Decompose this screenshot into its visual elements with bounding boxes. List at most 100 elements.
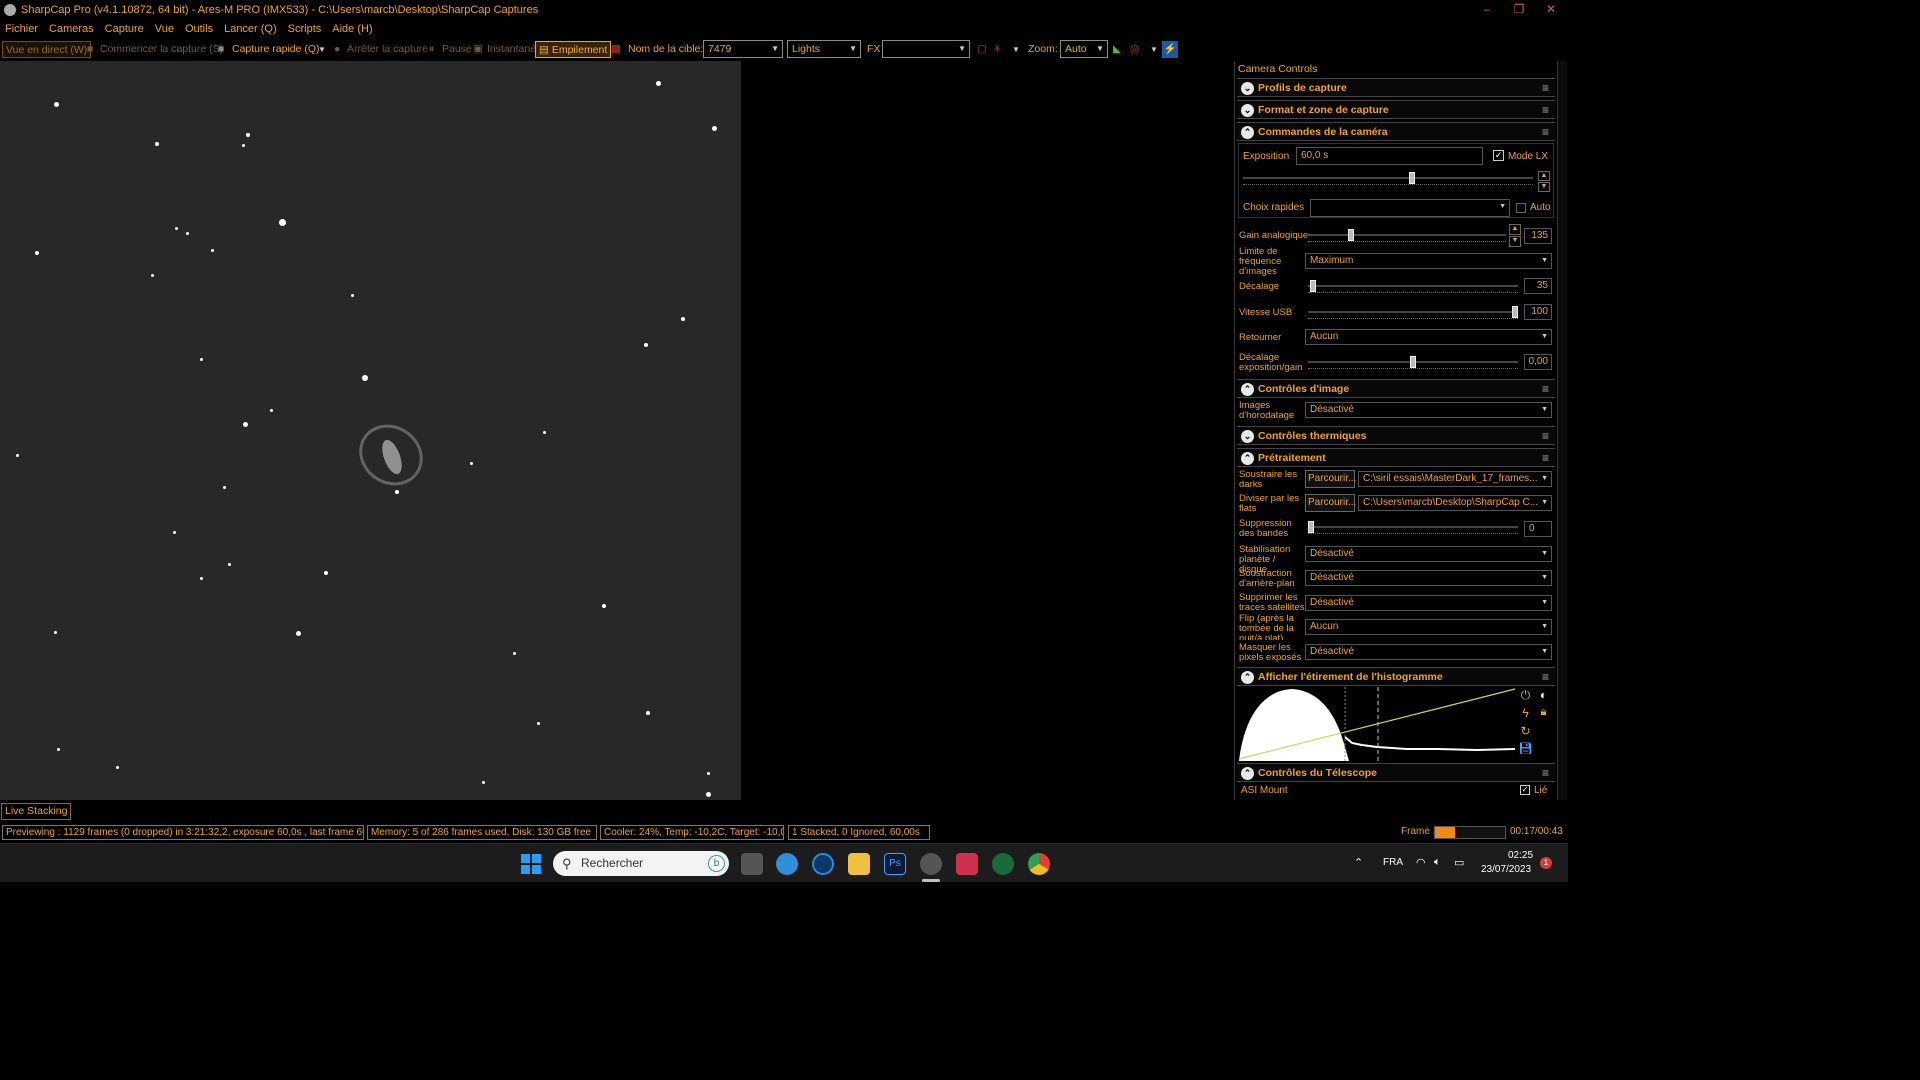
menu-aide[interactable]: Aide (H) <box>332 23 372 35</box>
menu-icon[interactable]: ≡ <box>1542 125 1549 139</box>
brush-icon[interactable]: ⚡ <box>1162 41 1178 58</box>
chevron-down-icon[interactable]: ▼ <box>1150 41 1158 58</box>
clock-time[interactable]: 02:25 <box>1508 850 1533 861</box>
battery-icon[interactable]: ▭ <box>1454 856 1464 869</box>
photoshop-icon[interactable]: Ps <box>884 853 906 875</box>
flip-combo[interactable]: Aucun ▼ <box>1305 329 1552 345</box>
clock-date[interactable]: 23/07/2023 <box>1481 864 1531 875</box>
menu-outils[interactable]: Outils <box>185 23 213 35</box>
framerate-combo[interactable]: Maximum ▼ <box>1305 253 1552 269</box>
ccleaner-icon[interactable] <box>812 853 834 875</box>
histogram-icon[interactable]: ◣ <box>1113 41 1121 58</box>
chrome-icon[interactable] <box>1028 853 1050 875</box>
section-telescope[interactable]: ⌃ Contrôles du Télescope ≡ <box>1237 763 1555 782</box>
language-indicator[interactable]: FRA <box>1383 857 1403 868</box>
bing-icon[interactable]: b <box>708 855 725 872</box>
histogram-graph[interactable] <box>1237 687 1517 761</box>
section-thermal[interactable]: ⌄ Contrôles thermiques ≡ <box>1237 426 1555 445</box>
file-explorer-icon[interactable] <box>848 853 870 875</box>
quick-choices-combo[interactable]: ▼ <box>1310 199 1510 217</box>
live-stacking-tab[interactable]: Live Stacking <box>1 803 72 820</box>
tray-chevron-up-icon[interactable]: ⌃ <box>1354 856 1363 869</box>
mask-combo[interactable]: Désactivé ▼ <box>1305 644 1552 660</box>
fx-combo[interactable]: ▼ <box>882 40 970 58</box>
menu-vue[interactable]: Vue <box>155 23 174 35</box>
flats-combo[interactable]: C:\Users\marcb\Desktop\SharpCap C... ▼ <box>1358 495 1552 511</box>
menu-fichier[interactable]: Fichier <box>5 23 38 35</box>
minimize-button[interactable]: – <box>1472 2 1502 17</box>
exposure-gain-offset-slider[interactable] <box>1308 356 1518 369</box>
menu-icon[interactable]: ≡ <box>1542 382 1549 396</box>
section-profiles[interactable]: ⌄ Profils de capture ≡ <box>1237 78 1555 97</box>
chevron-down-icon[interactable]: ▼ <box>1012 41 1020 58</box>
reset-icon[interactable]: ↻ <box>1518 724 1533 739</box>
banding-value[interactable]: 0 <box>1524 521 1552 537</box>
wifi-icon[interactable]: ◠ <box>1416 856 1426 869</box>
browse-flats-button[interactable]: Parcourir... <box>1305 494 1356 512</box>
section-camera-controls[interactable]: ⌃ Commandes de la caméra ≡ <box>1237 122 1555 141</box>
target-name-combo[interactable]: 7479 ▼ <box>703 40 783 58</box>
browse-darks-button[interactable]: Parcourir... <box>1305 470 1356 488</box>
satellite-combo[interactable]: Désactivé ▼ <box>1305 595 1552 611</box>
lightning-icon[interactable]: ϟ <box>1518 706 1533 721</box>
reticle-icon[interactable]: ▢ <box>977 41 987 58</box>
app-icon-green[interactable] <box>992 853 1014 875</box>
menu-icon[interactable]: ≡ <box>1542 103 1549 117</box>
exposure-slider[interactable] <box>1243 172 1533 185</box>
app-icon-red[interactable] <box>956 853 978 875</box>
usb-speed-slider[interactable] <box>1308 306 1518 319</box>
menu-icon[interactable]: ≡ <box>1542 429 1549 443</box>
quick-capture-button[interactable]: Capture rapide (Q) <box>232 41 320 58</box>
offset-value[interactable]: 35 <box>1524 278 1552 294</box>
pause-button[interactable]: Pause <box>442 41 472 58</box>
decrement-icon[interactable]: ▼ <box>1509 236 1521 247</box>
gain-value[interactable]: 135 <box>1524 228 1552 244</box>
chevron-down-icon[interactable]: ▼ <box>318 41 326 58</box>
menu-lancer[interactable]: Lancer (Q) <box>224 23 277 35</box>
auto-checkbox[interactable] <box>1516 203 1526 213</box>
banding-slider[interactable] <box>1308 521 1518 534</box>
section-format[interactable]: ⌄ Format et zone de capture ≡ <box>1237 100 1555 119</box>
decrement-icon[interactable]: ▼ <box>1538 182 1550 192</box>
crosshair-icon[interactable]: ✳ <box>993 41 1002 58</box>
edge-icon[interactable] <box>776 853 798 875</box>
section-preprocessing[interactable]: ⌃ Prétraitement ≡ <box>1237 448 1555 467</box>
snapshot-button[interactable]: Instantané <box>487 41 536 58</box>
section-image-controls[interactable]: ⌃ Contrôles d'image ≡ <box>1237 379 1555 398</box>
darks-combo[interactable]: C:\siril essais\MasterDark_17_frames... ▼ <box>1358 471 1552 487</box>
notification-badge[interactable]: 1 <box>1540 857 1552 869</box>
camera-image-view[interactable] <box>0 61 741 800</box>
windows-start-icon[interactable] <box>521 854 541 874</box>
taskbar-search[interactable]: ⚲ Rechercher b <box>553 851 729 876</box>
stacking-button[interactable]: ▤ Empilement <box>535 41 612 58</box>
zoom-combo[interactable]: Auto ▼ <box>1060 40 1108 58</box>
exposure-gain-offset-value[interactable]: 0,00 <box>1524 354 1552 370</box>
lx-mode-checkbox[interactable]: ✓ <box>1493 150 1504 161</box>
frame-type-combo[interactable]: Lights ▼ <box>787 40 861 58</box>
menu-icon[interactable]: ≡ <box>1542 81 1549 95</box>
save-icon[interactable]: 💾︎ <box>1518 742 1533 757</box>
linked-checkbox[interactable]: ✓ <box>1520 785 1530 795</box>
menu-capture[interactable]: Capture <box>105 23 144 35</box>
lock-icon[interactable]: 🔒︎ <box>1536 706 1551 721</box>
start-capture-button[interactable]: Commencer la capture (S) <box>100 41 223 58</box>
menu-icon[interactable]: ≡ <box>1542 670 1549 684</box>
power-icon[interactable]: ⏻ <box>1518 688 1533 703</box>
menu-icon[interactable]: ≡ <box>1542 451 1549 465</box>
task-view-icon[interactable] <box>741 853 763 875</box>
maximize-button[interactable]: ❐ <box>1504 2 1534 17</box>
contrast-icon[interactable]: ◐ <box>1536 688 1551 703</box>
volume-icon[interactable]: 🔈︎ <box>1434 856 1441 869</box>
sharpcap-taskbar-icon[interactable] <box>920 853 942 875</box>
section-histogram[interactable]: ⌃ Afficher l'étirement de l'histogramme ≡ <box>1237 667 1555 686</box>
usb-speed-value[interactable]: 100 <box>1524 304 1552 320</box>
timestamp-combo[interactable]: Désactivé ▼ <box>1305 402 1552 418</box>
stop-capture-button[interactable]: Arrêter la capture <box>347 41 428 58</box>
menu-cameras[interactable]: Cameras <box>49 23 94 35</box>
stabilization-combo[interactable]: Désactivé ▼ <box>1305 546 1552 562</box>
menu-icon[interactable]: ≡ <box>1542 766 1549 780</box>
offset-slider[interactable] <box>1308 280 1518 293</box>
close-button[interactable]: ✕ <box>1536 2 1566 17</box>
increment-icon[interactable]: ▲ <box>1509 224 1521 235</box>
background-combo[interactable]: Désactivé ▼ <box>1305 570 1552 586</box>
